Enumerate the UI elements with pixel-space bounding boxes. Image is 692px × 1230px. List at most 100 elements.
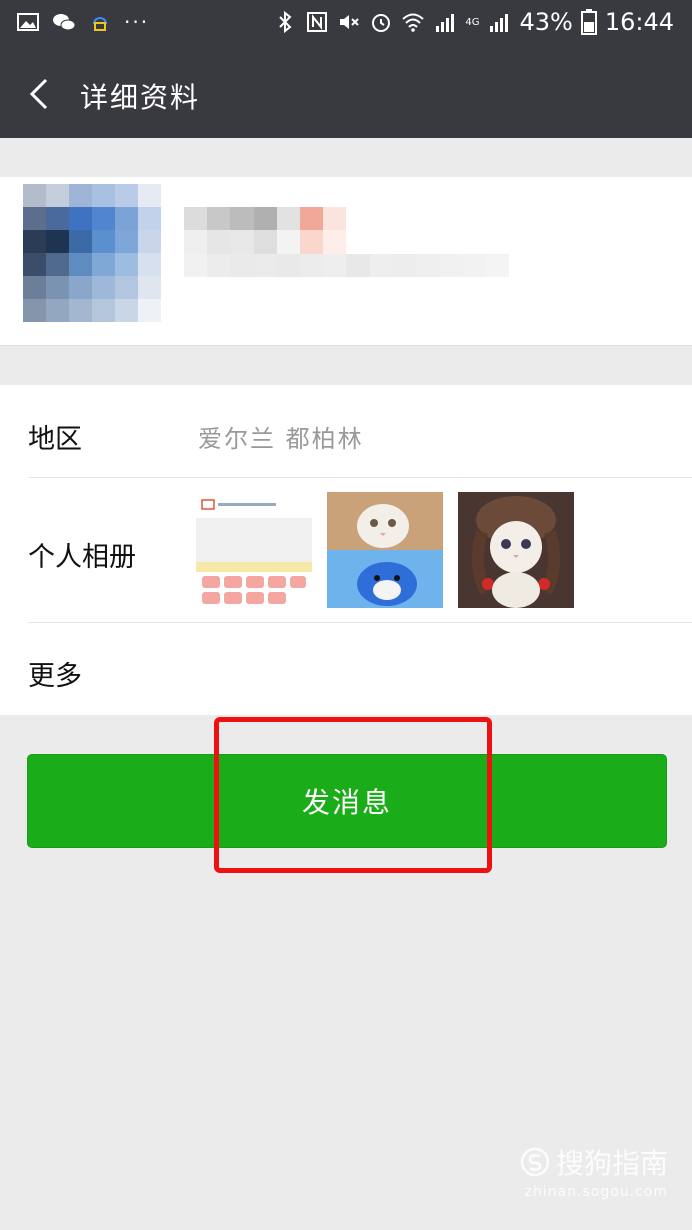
info-list: 地区 爱尔兰 都柏林 个人相册 更多 bbox=[0, 385, 692, 715]
avatar-pixel bbox=[23, 253, 46, 276]
avatar-pixel bbox=[115, 184, 138, 207]
name-pixel bbox=[485, 253, 509, 277]
name-pixel bbox=[300, 253, 324, 277]
back-arrow-icon[interactable] bbox=[26, 76, 54, 112]
avatar-pixel bbox=[92, 299, 115, 322]
name-pixel bbox=[253, 253, 277, 277]
name-pixel bbox=[392, 253, 417, 277]
avatar-pixel bbox=[138, 230, 161, 253]
qq-icon bbox=[93, 17, 107, 31]
title-bar: 详细资料 bbox=[0, 50, 692, 138]
more-icon: ··· bbox=[124, 10, 150, 34]
network-type-label: 4G bbox=[465, 16, 480, 28]
status-bar: ··· 4G 43% 16:44 bbox=[0, 0, 692, 50]
cat-and-toy-image bbox=[327, 492, 443, 608]
name-pixel bbox=[230, 230, 254, 254]
bluetooth-icon bbox=[279, 10, 292, 34]
name-pixel bbox=[416, 230, 440, 254]
name-pixel bbox=[253, 207, 277, 231]
album-thumbnail-cat-and-toy[interactable] bbox=[327, 492, 443, 608]
name-pixel bbox=[300, 230, 324, 254]
avatar-pixel bbox=[138, 299, 161, 322]
name-pixel bbox=[184, 253, 208, 277]
name-pixel bbox=[323, 207, 347, 231]
highlight-annotation bbox=[214, 717, 492, 873]
clock: 16:44 bbox=[604, 8, 674, 36]
signal-icon bbox=[436, 14, 455, 32]
avatar-pixel bbox=[23, 207, 46, 230]
avatar-pixel bbox=[23, 299, 46, 322]
avatar-pixel bbox=[69, 230, 92, 253]
more-row[interactable]: 更多 bbox=[28, 622, 692, 715]
avatar-pixel bbox=[92, 184, 115, 207]
name-pixel bbox=[346, 253, 370, 277]
profile-card[interactable] bbox=[0, 177, 692, 346]
name-pixel bbox=[369, 253, 393, 277]
avatar-pixel bbox=[138, 253, 161, 276]
name-pixel bbox=[439, 207, 463, 231]
avatar[interactable] bbox=[23, 184, 161, 322]
avatar-pixel bbox=[92, 207, 115, 230]
gallery-icon bbox=[17, 13, 39, 31]
name-pixel bbox=[416, 207, 440, 231]
avatar-pixel bbox=[115, 276, 138, 299]
name-pixel bbox=[230, 207, 254, 231]
name-pixel bbox=[207, 230, 231, 254]
avatar-pixel bbox=[46, 184, 69, 207]
album-row[interactable]: 个人相册 bbox=[28, 477, 692, 623]
avatar-pixel bbox=[69, 253, 92, 276]
cat-with-wig-image bbox=[458, 492, 574, 608]
name-pixel bbox=[485, 230, 509, 254]
avatar-pixel bbox=[115, 207, 138, 230]
avatar-pixel bbox=[46, 253, 69, 276]
name-pixel bbox=[253, 230, 277, 254]
battery-percent: 43% bbox=[519, 8, 573, 36]
avatar-pixel bbox=[69, 207, 92, 230]
name-pixel bbox=[369, 230, 393, 254]
watermark-url: zhinan.sogou.com bbox=[524, 1184, 668, 1200]
avatar-pixel bbox=[92, 253, 115, 276]
sogou-logo-icon bbox=[520, 1147, 550, 1177]
alarm-icon bbox=[372, 14, 391, 32]
avatar-pixel bbox=[46, 207, 69, 230]
name-pixel bbox=[207, 253, 231, 277]
name-pixel bbox=[207, 207, 231, 231]
avatar-pixel bbox=[92, 230, 115, 253]
nfc-icon bbox=[307, 12, 328, 32]
album-thumbnail-cat-with-wig[interactable] bbox=[458, 492, 574, 608]
name-pixel bbox=[392, 230, 417, 254]
profile-name-blurred bbox=[184, 207, 509, 277]
name-pixel bbox=[300, 207, 324, 231]
name-pixel bbox=[230, 253, 254, 277]
avatar-pixel bbox=[46, 230, 69, 253]
name-pixel bbox=[462, 230, 486, 254]
name-pixel bbox=[276, 230, 301, 254]
avatar-pixel bbox=[69, 184, 92, 207]
avatar-pixel bbox=[23, 184, 46, 207]
name-pixel bbox=[392, 207, 417, 231]
name-pixel bbox=[346, 230, 370, 254]
name-pixel bbox=[184, 230, 208, 254]
name-pixel bbox=[462, 253, 486, 277]
watermark: 搜狗指南 zhinan.sogou.com bbox=[520, 1142, 668, 1200]
watermark-brand-text: 搜狗指南 bbox=[555, 1147, 668, 1180]
album-label: 个人相册 bbox=[28, 542, 136, 573]
battery-icon bbox=[580, 9, 597, 35]
name-pixel bbox=[369, 207, 393, 231]
app-screenshot-image bbox=[196, 492, 312, 608]
more-label: 更多 bbox=[28, 661, 82, 692]
name-pixel bbox=[184, 207, 208, 231]
name-pixel bbox=[462, 207, 486, 231]
album-thumbnail-app-screenshot[interactable] bbox=[196, 492, 312, 608]
avatar-pixel bbox=[138, 184, 161, 207]
status-icons-right: 4G 43% 16:44 bbox=[273, 8, 674, 36]
page-title: 详细资料 bbox=[80, 81, 201, 114]
name-pixel bbox=[439, 230, 463, 254]
wifi-icon bbox=[402, 13, 425, 32]
avatar-pixel bbox=[138, 207, 161, 230]
name-pixel bbox=[323, 253, 347, 277]
avatar-pixel bbox=[23, 230, 46, 253]
avatar-pixel bbox=[115, 253, 138, 276]
avatar-pixel bbox=[138, 276, 161, 299]
avatar-pixel bbox=[46, 299, 69, 322]
